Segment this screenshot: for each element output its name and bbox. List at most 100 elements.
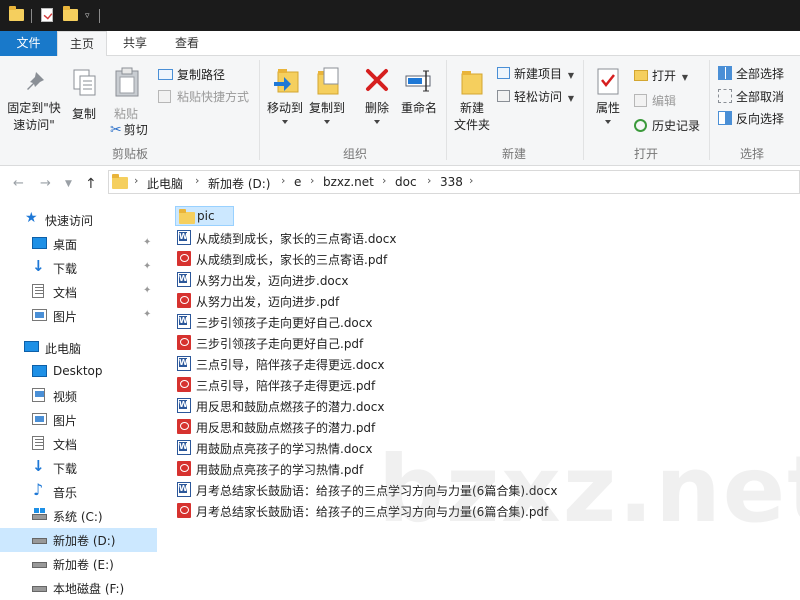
copy-icon	[73, 69, 96, 96]
sidebar-item-label: 文档	[53, 286, 78, 300]
back-arrow-icon[interactable]: ←	[13, 176, 24, 191]
sidebar-item-videos[interactable]: 视频	[0, 384, 157, 408]
customize-quick-access-chevron-icon[interactable]: ▿	[85, 11, 95, 27]
list-item[interactable]: 从成绩到成长，家长的三点寄语.docx	[175, 228, 575, 248]
cut-label: 剪切	[123, 123, 148, 137]
pin-icon[interactable]: ✦	[143, 309, 151, 321]
toolbar-divider	[31, 9, 32, 23]
sidebar-item-desktop[interactable]: 桌面 ✦	[0, 232, 157, 256]
copy-button[interactable]: 复制	[66, 62, 102, 138]
sidebar-item-drive-c[interactable]: 系统 (C:)	[0, 504, 157, 528]
forward-arrow-icon[interactable]: →	[40, 176, 51, 191]
rename-button[interactable]: 重命名	[398, 62, 440, 134]
sidebar-item-drive-e[interactable]: 新加卷 (E:)	[0, 552, 157, 576]
sidebar-item-pictures[interactable]: 图片 ✦	[0, 304, 157, 328]
list-item[interactable]: 三步引领孩子走向更好自己.pdf	[175, 333, 575, 353]
history-button[interactable]: 历史记录	[634, 117, 700, 134]
paste-shortcut-button[interactable]: 粘贴快捷方式	[158, 88, 249, 105]
tab-share[interactable]: 共享	[110, 31, 160, 56]
breadcrumb-this-pc[interactable]: 此电脑	[147, 175, 183, 192]
file-name: 三步引领孩子走向更好自己.pdf	[196, 337, 364, 351]
invert-selection-button[interactable]: 反向选择	[718, 110, 784, 127]
pin-icon	[27, 72, 44, 90]
copy-path-button[interactable]: 复制路径	[158, 66, 225, 83]
open-button[interactable]: 打开 ▼	[634, 67, 688, 84]
properties-chevron-icon	[605, 120, 611, 124]
chevron-right-icon[interactable]: ›	[195, 174, 199, 187]
tab-file[interactable]: 文件	[0, 31, 57, 56]
sidebar-item-documents[interactable]: 文档 ✦	[0, 280, 157, 304]
select-none-button[interactable]: 全部取消	[718, 88, 784, 105]
sidebar-item-documents-pc[interactable]: 文档	[0, 432, 157, 456]
tab-home[interactable]: 主页	[57, 31, 107, 57]
word-document-icon	[177, 440, 191, 455]
organize-group-label: 组织	[342, 147, 367, 161]
toolbar-divider	[99, 9, 100, 23]
list-item[interactable]: 从努力出发，迈向进步.pdf	[175, 291, 575, 311]
sidebar-item-label: 音乐	[53, 486, 78, 500]
address-bar[interactable]: › 此电脑 › 新加卷 (D:) › e › bzxz.net › doc › …	[108, 170, 800, 194]
pin-icon[interactable]: ✦	[143, 261, 151, 273]
word-document-icon	[177, 398, 191, 413]
copy-to-button[interactable]: 复制到	[306, 62, 348, 134]
new-folder-button[interactable]: 新建 文件夹	[450, 62, 494, 138]
copy-label: 复制	[71, 107, 96, 121]
pin-icon[interactable]: ✦	[143, 237, 151, 249]
file-name: 三点引导，陪伴孩子走得更远.docx	[196, 358, 385, 372]
breadcrumb-338[interactable]: 338	[440, 175, 463, 189]
sidebar-item-desktop-pc[interactable]: Desktop	[0, 360, 157, 384]
sidebar-item-downloads[interactable]: ↓ 下载 ✦	[0, 256, 157, 280]
properties-quick-icon[interactable]	[41, 8, 53, 22]
group-divider	[259, 60, 260, 160]
list-item[interactable]: 从努力出发，迈向进步.docx	[175, 270, 575, 290]
pdf-icon	[177, 251, 191, 266]
sidebar-item-label: 新加卷 (D:)	[53, 534, 116, 548]
picture-icon	[32, 413, 47, 425]
edit-button[interactable]: 编辑	[634, 92, 676, 109]
sidebar-item-quick-access[interactable]: ★ 快速访问	[0, 208, 157, 232]
breadcrumb-doc[interactable]: doc	[395, 175, 417, 189]
chevron-right-icon[interactable]: ›	[427, 174, 431, 187]
delete-button[interactable]: 删除	[358, 62, 396, 134]
select-all-button[interactable]: 全部选择	[718, 65, 784, 82]
up-arrow-icon[interactable]: ↑	[85, 176, 97, 192]
desktop-icon	[32, 237, 47, 249]
chevron-right-icon[interactable]: ›	[382, 174, 386, 187]
new-item-button[interactable]: 新建项目 ▼	[497, 65, 574, 82]
cut-button[interactable]: ✂ 剪切	[110, 121, 148, 138]
pin-to-quick-access-button[interactable]: 固定到"快 速访问"	[4, 62, 64, 138]
breadcrumb-e[interactable]: e	[294, 175, 301, 189]
sidebar-item-label: 视频	[53, 390, 78, 404]
sidebar-item-downloads-pc[interactable]: ↓ 下载	[0, 456, 157, 480]
breadcrumb-drive-d[interactable]: 新加卷 (D:)	[208, 175, 270, 192]
sidebar-item-drive-d[interactable]: 新加卷 (D:)	[0, 528, 157, 552]
pin-icon[interactable]: ✦	[143, 285, 151, 297]
breadcrumb-bzxz[interactable]: bzxz.net	[323, 175, 374, 189]
list-item[interactable]: 用反思和鼓励点燃孩子的潜力.pdf	[175, 417, 575, 437]
list-item[interactable]: 用反思和鼓励点燃孩子的潜力.docx	[175, 396, 575, 416]
new-folder-quick-icon[interactable]	[63, 6, 78, 21]
properties-icon	[597, 68, 619, 95]
chevron-right-icon[interactable]: ›	[469, 174, 473, 187]
paste-button[interactable]: 粘贴	[106, 62, 146, 121]
system-drive-icon	[32, 508, 47, 520]
chevron-right-icon[interactable]: ›	[134, 174, 138, 187]
list-item[interactable]: 三点引导，陪伴孩子走得更远.pdf	[175, 375, 575, 395]
chevron-right-icon[interactable]: ›	[281, 174, 285, 187]
easy-access-label: 轻松访问	[514, 90, 563, 104]
sidebar-item-drive-f[interactable]: 本地磁盘 (F:)	[0, 576, 157, 600]
list-item[interactable]: 三点引导，陪伴孩子走得更远.docx	[175, 354, 575, 374]
sidebar-item-label: Desktop	[53, 364, 103, 378]
tab-view[interactable]: 查看	[162, 31, 212, 56]
sidebar-item-music[interactable]: ♪ 音乐	[0, 480, 157, 504]
recent-locations-chevron-icon[interactable]: ▼	[65, 179, 72, 189]
list-item[interactable]: 从成绩到成长，家长的三点寄语.pdf	[175, 249, 575, 269]
easy-access-button[interactable]: 轻松访问 ▼	[497, 88, 574, 105]
move-to-button[interactable]: 移动到	[264, 62, 306, 134]
sidebar-item-this-pc[interactable]: 此电脑	[0, 336, 157, 360]
chevron-right-icon[interactable]: ›	[310, 174, 314, 187]
list-item-folder[interactable]: pic	[175, 206, 234, 226]
properties-button[interactable]: 属性	[588, 62, 628, 134]
list-item[interactable]: 三步引领孩子走向更好自己.docx	[175, 312, 575, 332]
sidebar-item-pictures-pc[interactable]: 图片	[0, 408, 157, 432]
